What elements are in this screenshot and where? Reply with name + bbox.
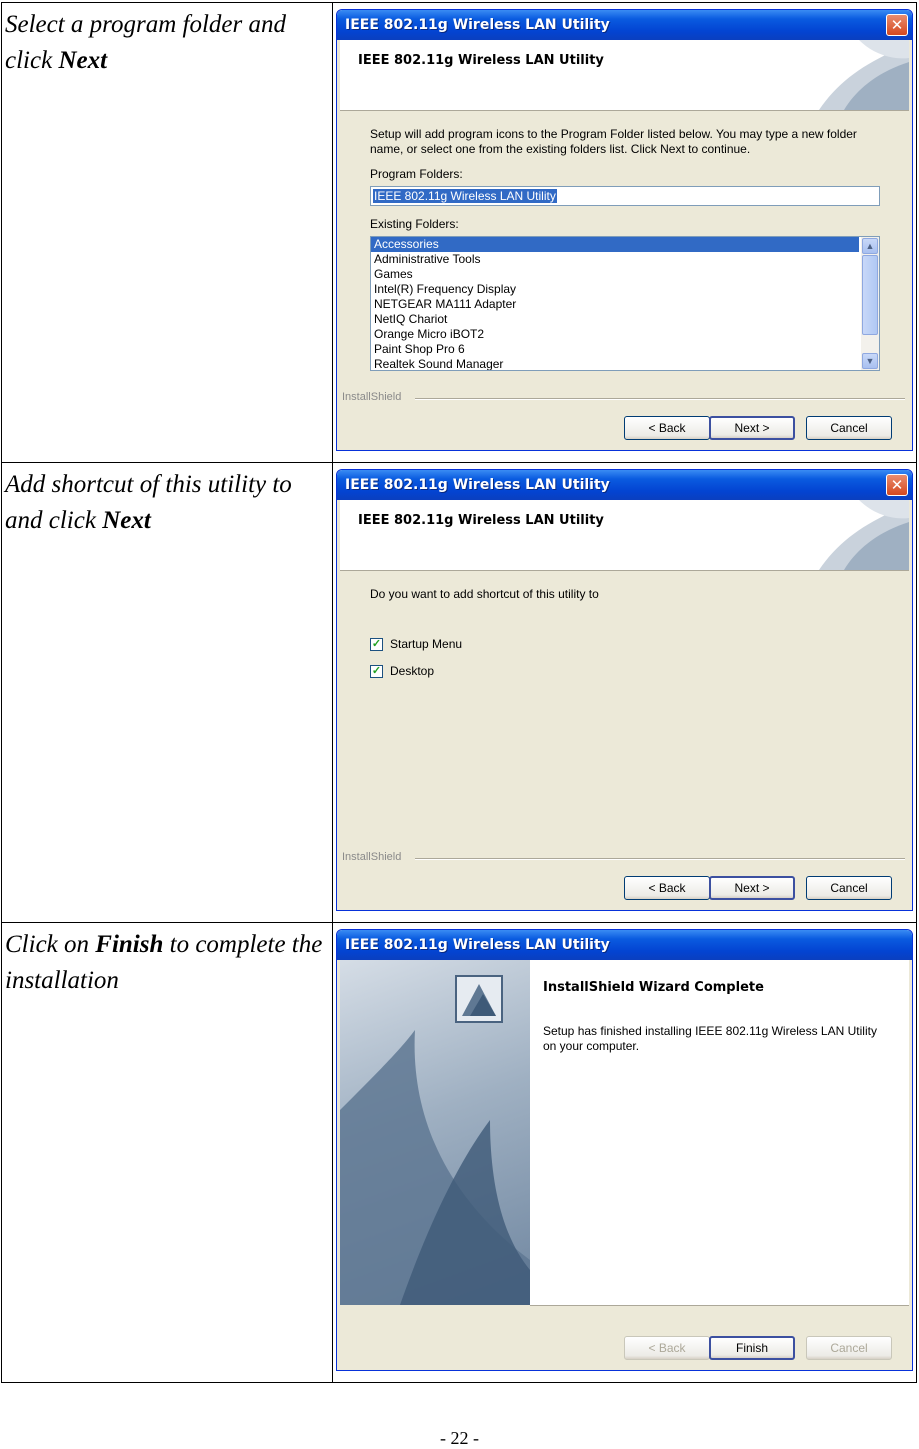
next-button[interactable]: Next > xyxy=(709,876,795,900)
dialog-window: IEEE 802.11g Wireless LAN Utility Instal… xyxy=(336,929,913,1371)
back-button[interactable]: < Back xyxy=(624,876,710,900)
screenshot-cell: IEEE 802.11g Wireless LAN Utility ✕ IEEE… xyxy=(332,462,917,923)
dialog-header: IEEE 802.11g Wireless LAN Utility xyxy=(340,500,909,571)
wizard-banner xyxy=(340,960,530,1305)
step-description: Add shortcut of this utility to and clic… xyxy=(1,462,333,923)
back-button[interactable]: < Back xyxy=(624,416,710,440)
back-button[interactable]: < Back xyxy=(624,1336,710,1360)
title-bar[interactable]: IEEE 802.11g Wireless LAN Utility ✕ xyxy=(337,10,912,40)
wizard-complete-message: Setup has finished installing IEEE 802.1… xyxy=(543,1024,877,1053)
checkbox-label: Startup Menu xyxy=(390,637,463,651)
installshield-banner-icon xyxy=(340,975,530,1305)
list-item[interactable]: Paint Shop Pro 6 xyxy=(371,342,879,357)
installshield-logo-icon xyxy=(819,500,909,570)
title-bar[interactable]: IEEE 802.11g Wireless LAN Utility ✕ xyxy=(337,470,912,500)
table-row: Add shortcut of this utility to and clic… xyxy=(1,462,917,923)
dialog-window: IEEE 802.11g Wireless LAN Utility ✕ IEEE… xyxy=(336,469,913,911)
shortcut-question: Do you want to add shortcut of this util… xyxy=(370,587,599,601)
list-item[interactable]: Orange Micro iBOT2 xyxy=(371,327,879,342)
window-title: IEEE 802.11g Wireless LAN Utility xyxy=(345,937,610,953)
checkmark-icon[interactable]: ✓ xyxy=(370,664,383,678)
cancel-button[interactable]: Cancel xyxy=(806,1336,892,1360)
next-button[interactable]: Next > xyxy=(709,416,795,440)
installshield-logo-icon xyxy=(819,40,909,110)
existing-folders-label: Existing Folders: xyxy=(370,217,459,231)
program-folders-label: Program Folders: xyxy=(370,167,463,181)
list-item[interactable]: NetIQ Chariot xyxy=(371,312,879,327)
wizard-complete-title: InstallShield Wizard Complete xyxy=(543,980,764,995)
list-item[interactable]: Realtek Sound Manager xyxy=(371,357,879,370)
instruction-table: Select a program folder and click Next I… xyxy=(1,2,917,1383)
startup-menu-checkbox[interactable]: ✓ Startup Menu xyxy=(370,637,462,651)
divider xyxy=(415,858,905,860)
dialog-window: IEEE 802.11g Wireless LAN Utility ✕ IEEE… xyxy=(336,9,913,451)
step-description: Click on Finish to complete the installa… xyxy=(1,922,333,1383)
installshield-label: InstallShield xyxy=(342,851,402,863)
window-title: IEEE 802.11g Wireless LAN Utility xyxy=(345,17,610,33)
screenshot-cell: IEEE 802.11g Wireless LAN Utility ✕ IEEE… xyxy=(332,2,917,463)
list-item[interactable]: Intel(R) Frequency Display xyxy=(371,282,879,297)
screenshot-cell: IEEE 802.11g Wireless LAN Utility Instal… xyxy=(332,922,917,1383)
table-row: Click on Finish to complete the installa… xyxy=(1,922,917,1383)
title-bar[interactable]: IEEE 802.11g Wireless LAN Utility xyxy=(337,930,912,960)
list-item[interactable]: Administrative Tools xyxy=(371,252,879,267)
instruction-text: Setup will add program icons to the Prog… xyxy=(370,127,857,156)
window-title: IEEE 802.11g Wireless LAN Utility xyxy=(345,477,610,493)
wizard-content: InstallShield Wizard Complete Setup has … xyxy=(530,960,909,1306)
scroll-down-icon[interactable]: ▼ xyxy=(862,353,878,369)
list-item[interactable]: Accessories xyxy=(371,237,859,252)
dialog-header: IEEE 802.11g Wireless LAN Utility xyxy=(340,40,909,111)
existing-folders-list[interactable]: Accessories Administrative Tools Games I… xyxy=(370,236,880,371)
desktop-checkbox[interactable]: ✓ Desktop xyxy=(370,664,434,678)
dialog-body: IEEE 802.11g Wireless LAN Utility Do you… xyxy=(340,500,909,907)
scroll-thumb[interactable] xyxy=(862,255,878,335)
dialog-body: IEEE 802.11g Wireless LAN Utility Setup … xyxy=(340,40,909,447)
table-row: Select a program folder and click Next I… xyxy=(1,2,917,463)
close-icon[interactable]: ✕ xyxy=(886,14,908,36)
cancel-button[interactable]: Cancel xyxy=(806,876,892,900)
vertical-scrollbar[interactable]: ▲ ▼ xyxy=(861,237,879,370)
scroll-up-icon[interactable]: ▲ xyxy=(862,238,878,254)
cancel-button[interactable]: Cancel xyxy=(806,416,892,440)
list-item[interactable]: Games xyxy=(371,267,879,282)
header-title: IEEE 802.11g Wireless LAN Utility xyxy=(358,513,604,528)
program-folder-input[interactable]: IEEE 802.11g Wireless LAN Utility xyxy=(370,186,880,206)
list-item[interactable]: NETGEAR MA111 Adapter xyxy=(371,297,879,312)
close-icon[interactable]: ✕ xyxy=(886,474,908,496)
finish-button[interactable]: Finish xyxy=(709,1336,795,1360)
step-description: Select a program folder and click Next xyxy=(1,2,333,463)
checkbox-label: Desktop xyxy=(390,664,435,678)
header-title: IEEE 802.11g Wireless LAN Utility xyxy=(358,53,604,68)
checkmark-icon[interactable]: ✓ xyxy=(370,637,383,651)
page-number: - 22 - xyxy=(440,1428,479,1448)
installshield-label: InstallShield xyxy=(342,391,402,403)
dialog-body: InstallShield Wizard Complete Setup has … xyxy=(340,960,909,1367)
divider xyxy=(415,398,905,400)
